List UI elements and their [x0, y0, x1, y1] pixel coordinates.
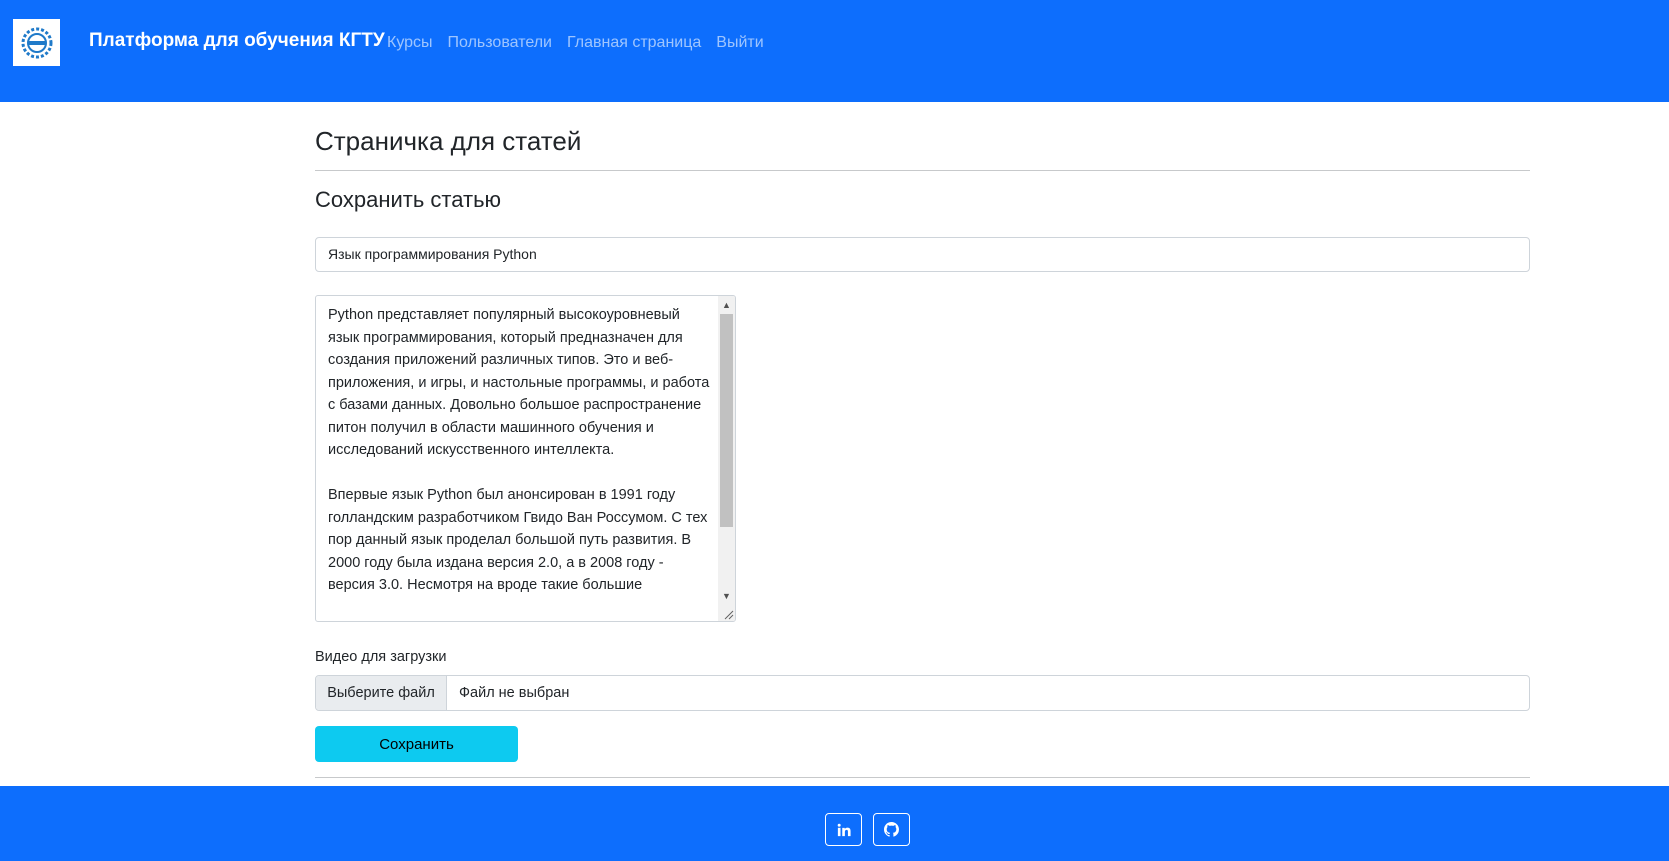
textarea-scrollbar[interactable]: ▲ ▼ [718, 296, 735, 621]
video-upload-label: Видео для загрузки [315, 649, 447, 665]
navbar: Платформа для обучения КГТУ Курсы Пользо… [0, 0, 1669, 102]
divider [315, 170, 1530, 171]
scroll-up-arrow-icon[interactable]: ▲ [718, 296, 735, 313]
logo-icon[interactable] [13, 19, 60, 66]
section-title: Сохранить статью [315, 187, 502, 212]
article-content-textarea[interactable]: Python представляет популярный высокоуро… [315, 295, 736, 622]
nav-link-users[interactable]: Пользователи [448, 34, 552, 52]
file-status-text: Файл не выбран [459, 685, 570, 701]
choose-file-button[interactable]: Выберите файл [316, 676, 447, 710]
nav-link-logout[interactable]: Выйти [716, 34, 763, 52]
video-file-input[interactable]: Выберите файл Файл не выбран [315, 675, 1530, 711]
divider [315, 777, 1530, 778]
github-button[interactable] [873, 813, 910, 846]
nav-link-home[interactable]: Главная страница [567, 34, 701, 52]
github-icon [884, 822, 899, 837]
resize-grip-icon[interactable] [722, 608, 734, 620]
linkedin-button[interactable] [825, 813, 862, 846]
brand-link[interactable]: Платформа для обучения КГТУ [89, 30, 385, 52]
linkedin-icon [837, 823, 851, 836]
scroll-down-arrow-icon[interactable]: ▼ [718, 587, 735, 604]
article-content-text: Python представляет популярный высокоуро… [328, 307, 710, 593]
article-title-input[interactable]: Язык программирования Python [315, 237, 1530, 272]
page-title: Страничка для статей [315, 126, 582, 156]
scrollbar-thumb[interactable] [720, 314, 733, 527]
nav-links: Курсы Пользователи Главная страница Выйт… [387, 34, 764, 52]
nav-link-courses[interactable]: Курсы [387, 34, 433, 52]
footer [0, 786, 1669, 861]
save-button[interactable]: Сохранить [315, 726, 518, 762]
